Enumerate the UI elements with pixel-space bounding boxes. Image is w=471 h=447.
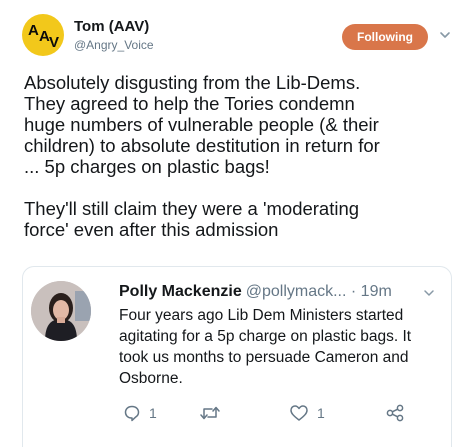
heart-icon [290,405,308,421]
quoted-author-handle[interactable]: @pollymack... [246,283,347,300]
author-handle[interactable]: @Angry_Voice [74,38,154,52]
quoted-author-row: Polly Mackenzie @pollymack... · 19m [119,283,392,301]
like-count: 1 [317,405,325,421]
share-action[interactable] [385,404,405,422]
separator-dot: · [350,283,357,300]
share-icon [386,404,404,422]
tweet-text: Absolutely disgusting from the Lib-Dems.… [24,72,380,240]
author-avatar[interactable]: A A V [22,14,64,56]
tweet-header: A A V Tom (AAV) @Angry_Voice Following [22,14,462,62]
following-button[interactable]: Following [342,24,428,50]
retweet-icon [200,406,220,420]
avatar-letter-a1: A [28,22,39,39]
quoted-tweet-actions: 1 1 [119,404,419,424]
quoted-tweet[interactable]: Polly Mackenzie @pollymack... · 19m Four … [22,266,452,447]
profile-photo-icon [31,281,91,341]
quoted-tweet-text: Four years ago Lib Dem Ministers started… [119,307,412,387]
like-action[interactable]: 1 [289,404,325,422]
chevron-down-icon[interactable] [438,28,452,42]
quoted-timestamp[interactable]: 19m [361,283,392,300]
author-name[interactable]: Tom (AAV) [74,18,149,35]
quoted-author-name[interactable]: Polly Mackenzie [119,283,242,300]
avatar-letter-v: V [49,34,60,51]
retweet-action[interactable] [199,404,229,422]
quoted-author-avatar[interactable] [31,281,91,341]
reply-icon [124,405,140,422]
reply-count: 1 [149,405,157,421]
reply-action[interactable]: 1 [123,404,157,422]
quoted-chevron-down-icon[interactable] [423,287,435,299]
